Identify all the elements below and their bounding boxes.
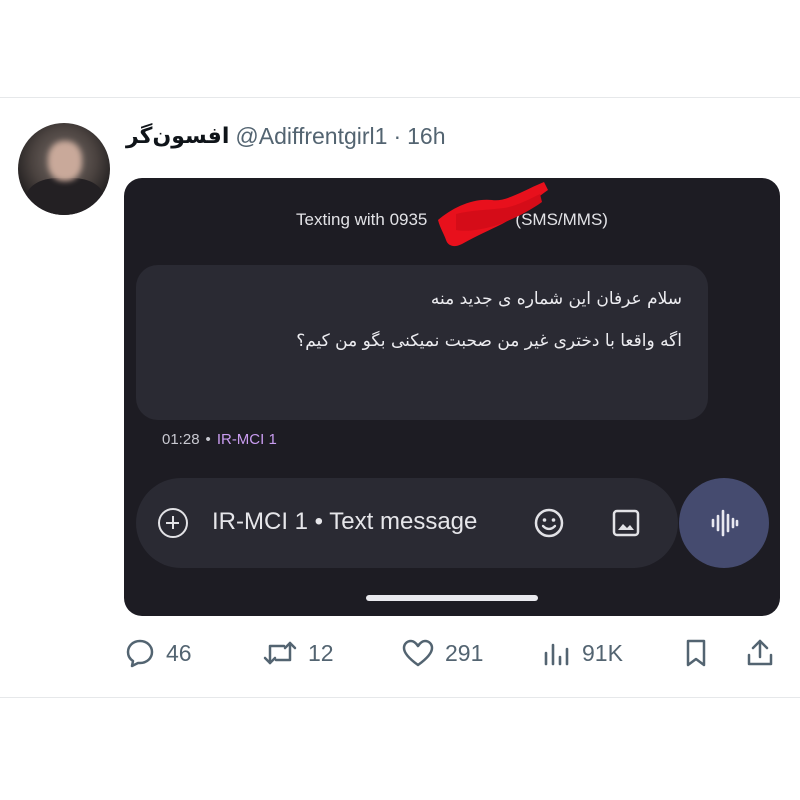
message-time: 01:28 <box>162 431 200 448</box>
share-action[interactable] <box>744 632 776 674</box>
message-meta: 01:28 • IR-MCI 1 <box>162 431 277 448</box>
tweet-actions: 46 12 291 91K <box>0 632 800 674</box>
message-bubble[interactable]: سلام عرفان این شماره ی جدید منه اگه واقع… <box>136 265 708 420</box>
user-handle[interactable]: @Adiffrentgirl1 <box>235 123 387 150</box>
like-count: 291 <box>445 639 484 666</box>
emoji-icon[interactable] <box>533 507 565 539</box>
repost-count: 12 <box>308 639 334 666</box>
message-meta-separator: • <box>205 431 211 448</box>
voice-message-button[interactable] <box>679 478 769 568</box>
embedded-sms-screenshot[interactable]: Texting with 0935 (SMS/MMS) سلام عرفان ا… <box>124 178 780 616</box>
repost-icon <box>263 641 297 665</box>
red-redaction-scribble <box>438 182 548 247</box>
message-composer[interactable]: IR-MCI 1 • Text message <box>136 478 678 568</box>
top-divider <box>0 97 800 98</box>
reply-icon <box>126 639 154 668</box>
views-chart-icon <box>544 643 569 666</box>
views-action[interactable]: 91K <box>542 632 623 674</box>
voice-waveform-icon <box>711 509 739 537</box>
avatar[interactable] <box>18 123 110 215</box>
like-action[interactable]: 291 <box>401 632 483 674</box>
tweet-time[interactable]: 16h <box>407 123 445 150</box>
message-line-1: سلام عرفان این شماره ی جدید منه <box>430 289 682 309</box>
texting-header-prefix: Texting with 0935 <box>296 210 428 229</box>
avatar-blurred-face <box>48 141 82 181</box>
image-icon[interactable] <box>611 508 641 538</box>
reply-action[interactable]: 46 <box>124 632 192 674</box>
share-icon <box>747 639 773 666</box>
gesture-home-bar <box>366 595 538 601</box>
header-separator: · <box>393 122 402 149</box>
composer-placeholder[interactable]: IR-MCI 1 • Text message <box>212 508 477 536</box>
reply-count: 46 <box>166 639 192 666</box>
tweet-header: افسون‌گر @Adiffrentgirl1 · 16h <box>126 120 446 152</box>
add-circle-icon[interactable] <box>158 508 188 538</box>
sim-label: IR-MCI 1 <box>216 431 277 448</box>
heart-icon <box>402 639 434 667</box>
display-name[interactable]: افسون‌گر <box>126 124 229 149</box>
bottom-divider <box>0 697 800 698</box>
message-line-2: اگه واقعا با دختری غیر من صحبت نمیکنی بگ… <box>296 331 682 351</box>
avatar-body-shape <box>26 178 104 215</box>
views-count: 91K <box>582 639 623 666</box>
repost-action[interactable]: 12 <box>262 632 334 674</box>
bookmark-action[interactable] <box>682 632 710 674</box>
bookmark-icon <box>686 639 706 667</box>
